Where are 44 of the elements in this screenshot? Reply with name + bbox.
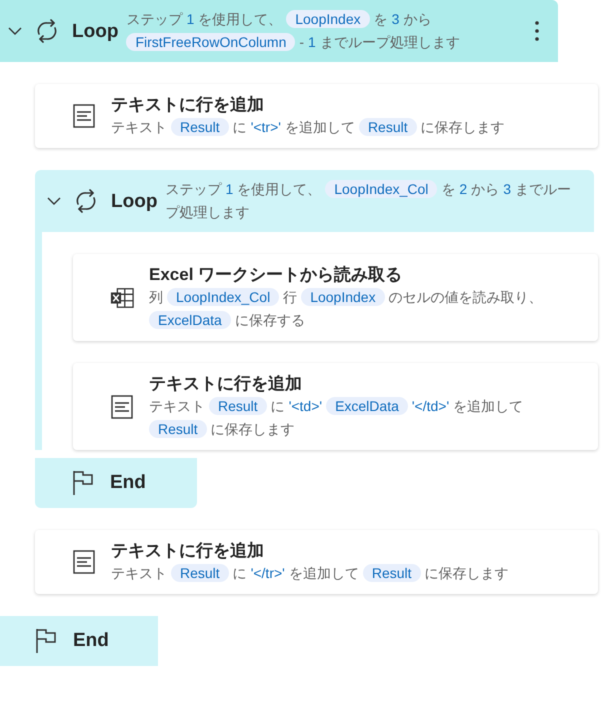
loop-title: Loop — [111, 190, 158, 212]
step-description: テキスト Result に '</tr>' を追加して Result に保存します — [111, 563, 510, 584]
text-document-icon — [73, 104, 95, 128]
end-title: End — [73, 630, 109, 652]
action-card[interactable]: テキストに行を追加 テキスト Result に '</tr>' を追加して Result に保存します — [35, 530, 598, 594]
step-description: ステップ 1 を使用して、 LoopIndex_Col を 2 から 3 までループ処理します — [165, 179, 572, 222]
loop-header[interactable]: Loop ステップ 1 を使用して、 LoopIndex_Col を 2 から 3 までループ処理します — [35, 170, 594, 232]
action-card[interactable]: Excel ワークシートから読み取る 列 LoopIndex_Col 行 LoopIndex のセルの値を読み取り、 ExcelData に保存する — [73, 254, 598, 341]
action-title: テキストに行を追加 — [111, 540, 265, 562]
flag-icon — [72, 470, 94, 496]
action-card[interactable]: テキストに行を追加 テキスト Result に '<td>' ExcelData '</td>' を追加して Result に保存します — [73, 363, 598, 450]
more-icon[interactable] — [534, 20, 540, 42]
variable-token: FirstFreeRowOnColumn — [126, 33, 296, 51]
chevron-icon[interactable] — [47, 196, 61, 206]
action-title: Excel ワークシートから読み取る — [149, 264, 404, 286]
step-description: ステップ 1 を使用して、 LoopIndex を 3 から FirstFreeRowOnColumn - 1 までループ処理します — [126, 9, 461, 53]
action-card[interactable]: テキストに行を追加 テキスト Result に '<tr>' を追加して Result に保存します — [35, 84, 598, 148]
variable-token: Result — [362, 564, 421, 582]
variable-token: LoopIndex_Col — [325, 180, 438, 198]
end-title: End — [110, 472, 146, 494]
loop-header[interactable]: Loop ステップ 1 を使用して、 LoopIndex を 3 から FirstFreeRowOnColumn - 1 までループ処理します — [0, 0, 558, 62]
variable-token: LoopIndex — [301, 288, 385, 306]
text-document-icon — [73, 550, 95, 574]
end-block[interactable]: End — [0, 616, 158, 666]
chevron-icon[interactable] — [8, 26, 22, 36]
end-block[interactable]: End — [35, 458, 197, 508]
action-title: テキストに行を追加 — [149, 373, 303, 395]
loop-title: Loop — [72, 20, 118, 42]
variable-token: Result — [149, 420, 207, 438]
text-document-icon — [111, 394, 133, 418]
variable-token: Result — [171, 118, 229, 136]
variable-token: LoopIndex — [286, 10, 370, 28]
action-title: テキストに行を追加 — [111, 94, 265, 116]
variable-token: ExcelData — [326, 397, 408, 415]
variable-token: Result — [171, 564, 229, 582]
step-description: テキスト Result に '<tr>' を追加して Result に保存します — [111, 117, 506, 138]
variable-token: ExcelData — [149, 311, 231, 329]
variable-token: Result — [358, 118, 417, 136]
flag-icon — [35, 628, 57, 654]
variable-token: Result — [209, 397, 267, 415]
step-description: テキスト Result に '<td>' ExcelData '</td>' を追加して Result に保存します — [149, 396, 524, 440]
step-description: 列 LoopIndex_Col 行 LoopIndex のセルの値を読み取り、 ExcelData に保存する — [149, 287, 544, 331]
variable-token: LoopIndex_Col — [167, 288, 280, 306]
spreadsheet-icon — [110, 286, 134, 308]
